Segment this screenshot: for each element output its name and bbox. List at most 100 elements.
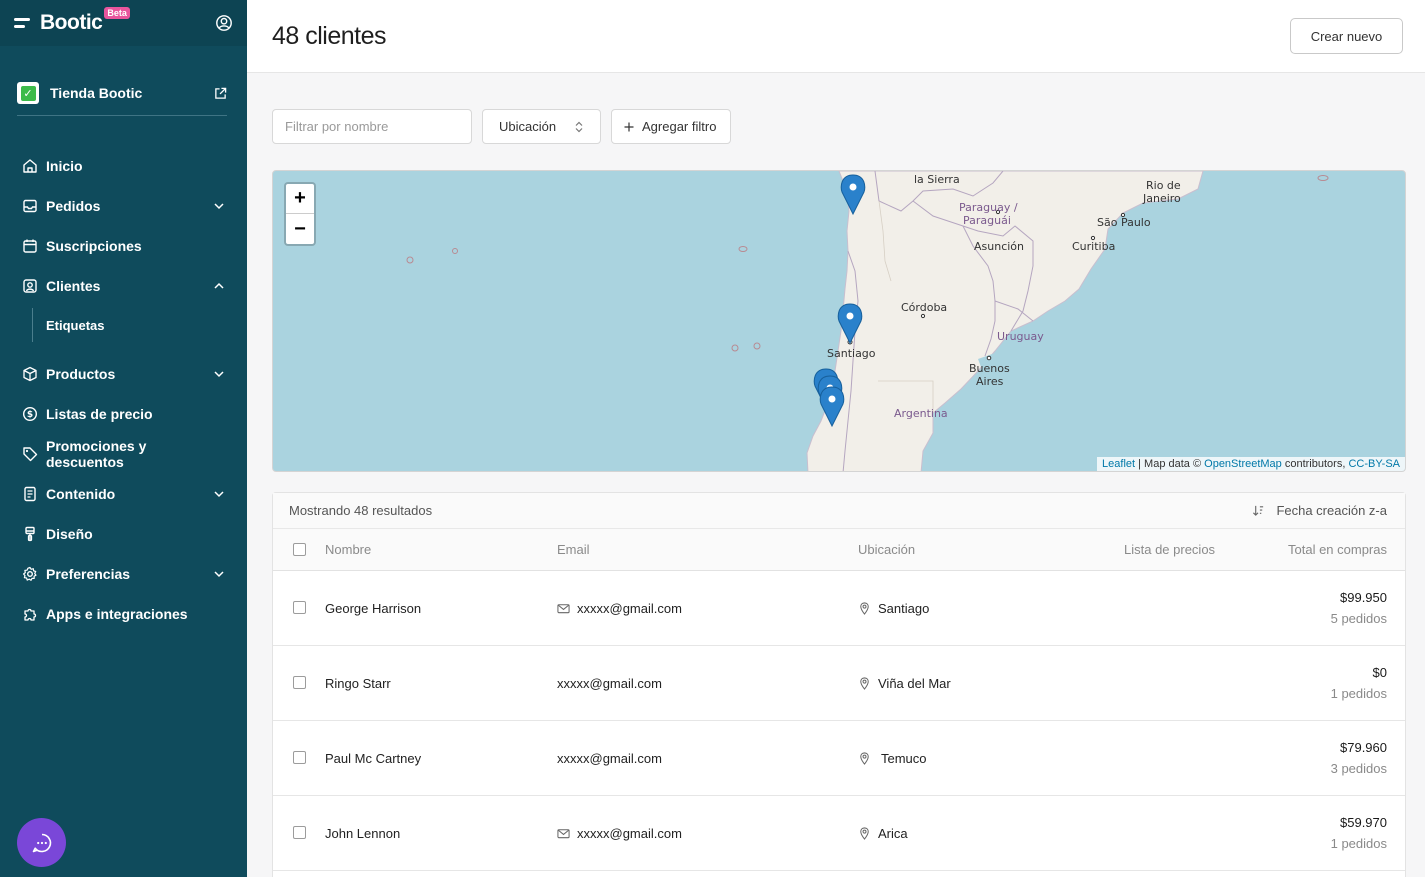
chat-button[interactable] [17, 818, 66, 867]
map-tiles [406, 171, 1329, 471]
sidebar-header: Bootic Beta [0, 0, 247, 46]
column-total[interactable]: Total en compras [1288, 542, 1387, 557]
customer-location-text: Temuco [881, 751, 927, 766]
table-row[interactable]: Paul Mc Cartney xxxxx@gmail.com Temuco $… [273, 721, 1405, 796]
row-checkbox[interactable] [293, 601, 306, 614]
table-row[interactable]: John Lennon xxxxx@gmail.com Arica $59.97… [273, 796, 1405, 871]
table-header: Nombre Email Ubicación Lista de precios … [273, 529, 1405, 571]
row-checkbox[interactable] [293, 751, 306, 764]
svg-text:$: $ [27, 410, 33, 420]
total-amount: $0 [1372, 665, 1387, 680]
contact-icon [23, 279, 37, 293]
customer-location: Santiago [858, 601, 929, 616]
nav-pedidos[interactable]: Pedidos [0, 186, 247, 226]
column-location[interactable]: Ubicación [858, 542, 915, 557]
map-label-argentina: Argentina [894, 407, 948, 420]
map-label-rio: Rio de [1146, 179, 1181, 192]
customer-location: Viña del Mar [858, 676, 951, 691]
nav-promociones[interactable]: Promociones y descuentos [0, 434, 247, 474]
customer-location: Temuco [858, 751, 927, 766]
nav-preferencias[interactable]: Preferencias [0, 554, 247, 594]
nav-productos[interactable]: Productos [0, 354, 247, 394]
column-email[interactable]: Email [557, 542, 590, 557]
row-checkbox[interactable] [293, 826, 306, 839]
row-checkbox[interactable] [293, 676, 306, 689]
customer-email: xxxxx@gmail.com [557, 751, 662, 766]
nav-inicio[interactable]: Inicio [0, 146, 247, 186]
menu-icon[interactable] [14, 18, 30, 28]
nav-label: Pedidos [46, 198, 101, 214]
results-count: Mostrando 48 resultados [289, 503, 433, 518]
zoom-out-button[interactable]: − [286, 214, 314, 244]
total-amount: $59.970 [1340, 815, 1387, 830]
location-pin-icon [860, 602, 869, 615]
location-pin-icon [860, 827, 869, 840]
nav-clientes[interactable]: Clientes [0, 266, 247, 306]
add-filter-button[interactable]: Agregar filtro [611, 109, 732, 144]
external-link-icon[interactable] [214, 87, 227, 100]
document-icon [24, 486, 36, 502]
store-name: Tienda Bootic [50, 85, 143, 101]
nav-diseno[interactable]: Diseño [0, 514, 247, 554]
nav-suscripciones[interactable]: Suscripciones [0, 226, 247, 266]
create-new-button[interactable]: Crear nuevo [1290, 18, 1403, 54]
page-title: 48 clientes [272, 21, 387, 50]
map-label-la-sierra: la Sierra [914, 173, 960, 186]
nav-listas-de-precio[interactable]: $ Listas de precio [0, 394, 247, 434]
leaflet-link[interactable]: Leaflet [1102, 458, 1135, 470]
column-name[interactable]: Nombre [325, 542, 371, 557]
nav-label: Apps e integraciones [46, 606, 188, 622]
customer-name[interactable]: Paul Mc Cartney [325, 751, 421, 766]
customer-name[interactable]: Ringo Starr [325, 676, 391, 691]
map-label-uruguay: Uruguay [997, 330, 1044, 343]
table-row[interactable]: George Harrison xxxxx@gmail.com Santiago… [273, 571, 1405, 646]
nav-contenido[interactable]: Contenido [0, 474, 247, 514]
total-amount: $99.950 [1340, 590, 1387, 605]
customers-map[interactable]: la Sierra Paraguay / Paraguái Asunción R… [272, 170, 1406, 472]
customer-email-text: xxxxx@gmail.com [577, 601, 682, 616]
nav-label: Inicio [46, 158, 83, 174]
mail-icon [557, 829, 570, 839]
nav-label: Clientes [46, 278, 101, 294]
customer-email: xxxxx@gmail.com [557, 601, 682, 616]
osm-link[interactable]: OpenStreetMap [1204, 458, 1282, 470]
table-row[interactable]: Ringo Starr xxxxx@gmail.com Viña del Mar… [273, 646, 1405, 721]
customer-name[interactable]: George Harrison [325, 601, 421, 616]
select-all-checkbox[interactable] [293, 543, 306, 556]
chevron-down-icon [214, 371, 224, 378]
map-label-aires: Aires [976, 375, 1004, 388]
customer-email-text: xxxxx@gmail.com [557, 676, 662, 691]
customer-name[interactable]: John Lennon [325, 826, 400, 841]
column-price-list[interactable]: Lista de precios [1124, 542, 1215, 557]
main-nav: Inicio Pedidos Suscripciones Clientes Et… [0, 146, 247, 634]
map-attribution: Leaflet | Map data © OpenStreetMap contr… [1097, 457, 1405, 471]
sort-control[interactable]: Fecha creación z-a [1252, 503, 1387, 518]
map-label-buenos: Buenos [969, 362, 1010, 375]
customer-email: xxxxx@gmail.com [557, 826, 682, 841]
sidebar: Bootic Beta ✓ Tienda Bootic Inicio Pedido… [0, 0, 247, 877]
account-icon[interactable] [215, 14, 233, 32]
zoom-in-button[interactable]: + [286, 184, 314, 214]
dollar-circle-icon: $ [22, 406, 38, 422]
nav-apps[interactable]: Apps e integraciones [0, 594, 247, 634]
total-amount: $79.960 [1340, 740, 1387, 755]
sort-label: Fecha creación z-a [1276, 503, 1387, 518]
name-filter-input[interactable] [272, 109, 472, 144]
logo[interactable]: Bootic Beta [40, 7, 130, 35]
license-link[interactable]: CC-BY-SA [1348, 458, 1400, 470]
orders-count: 5 pedidos [1330, 611, 1387, 626]
tag-icon [23, 447, 38, 462]
customer-total: $99.950 5 pedidos [1331, 589, 1387, 628]
map-label-paraguay: Paraguay / [959, 201, 1018, 214]
nav-etiquetas[interactable]: Etiquetas [0, 306, 247, 344]
plus-icon [624, 122, 634, 131]
map-label-cordoba: Córdoba [901, 301, 948, 314]
chevron-up-icon [214, 282, 224, 289]
store-switcher[interactable]: ✓ Tienda Bootic [17, 82, 227, 116]
location-select[interactable]: Ubicación [482, 109, 601, 144]
nav-label: Etiquetas [46, 317, 105, 333]
puzzle-icon [24, 608, 37, 621]
orders-count: 1 pedidos [1330, 686, 1387, 701]
chevron-down-icon [214, 491, 224, 498]
nav-label: Productos [46, 366, 116, 382]
